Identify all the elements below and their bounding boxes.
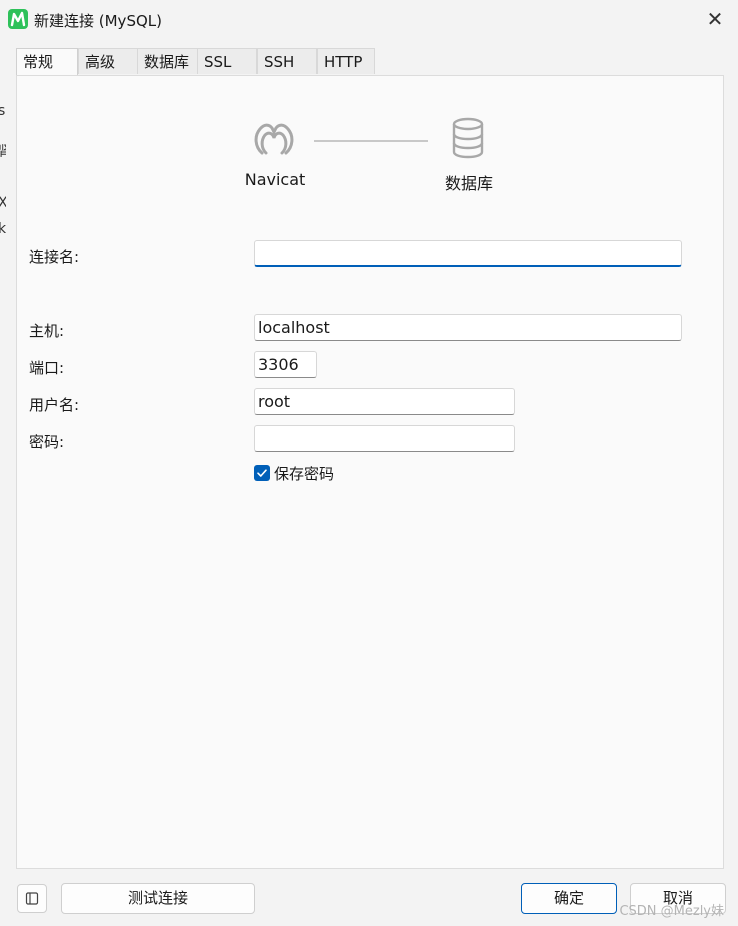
- tab-http[interactable]: HTTP: [317, 48, 375, 74]
- save-password-checkbox[interactable]: [254, 465, 270, 481]
- edge-fragment: X: [0, 195, 6, 211]
- connection-line: [314, 140, 428, 142]
- tab-general[interactable]: 常规: [16, 48, 78, 76]
- port-label: 端口:: [29, 359, 65, 377]
- background-window-edge: s 肾 X k: [0, 95, 6, 245]
- edge-fragment: s: [0, 103, 6, 119]
- username-input[interactable]: root: [254, 388, 515, 415]
- save-password-label[interactable]: 保存密码: [274, 463, 334, 484]
- ok-button[interactable]: 确定: [521, 883, 617, 914]
- database-icon: [450, 116, 486, 160]
- tab-advanced[interactable]: 高级: [78, 48, 138, 74]
- password-label: 密码:: [29, 433, 65, 451]
- navicat-logo-icon: [252, 116, 296, 160]
- test-connection-button[interactable]: 测试连接: [61, 883, 255, 914]
- checkmark-icon: [257, 469, 267, 477]
- edge-fragment: 肾: [0, 141, 6, 161]
- connection-name-input[interactable]: [254, 240, 682, 267]
- host-label: 主机:: [29, 322, 65, 340]
- database-label: 数据库: [444, 174, 493, 193]
- sidebar-toggle-button[interactable]: [17, 884, 47, 913]
- general-tab-panel: [16, 75, 724, 869]
- username-label: 用户名:: [29, 396, 80, 414]
- sidebar-panel-icon: [25, 892, 39, 905]
- watermark: CSDN @Mezly妹: [619, 904, 724, 919]
- tab-ssl[interactable]: SSL: [197, 48, 257, 74]
- navicat-app-icon: [8, 9, 28, 29]
- port-input[interactable]: 3306: [254, 351, 317, 378]
- close-icon[interactable]: ✕: [702, 6, 728, 32]
- password-input[interactable]: [254, 425, 515, 452]
- tab-databases[interactable]: 数据库: [137, 48, 198, 74]
- title-bar: 新建连接 (MySQL) ✕: [0, 0, 738, 38]
- edge-fragment: k: [0, 221, 6, 237]
- navicat-label: Navicat: [244, 170, 306, 189]
- tab-ssh[interactable]: SSH: [257, 48, 317, 74]
- window-title: 新建连接 (MySQL): [34, 12, 162, 30]
- host-input[interactable]: localhost: [254, 314, 682, 341]
- connection-name-label: 连接名:: [29, 248, 80, 266]
